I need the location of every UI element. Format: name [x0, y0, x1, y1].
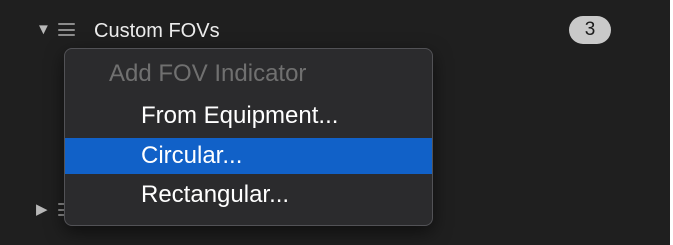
menu-header: Add FOV Indicator — [109, 60, 307, 87]
disclosure-collapsed-icon[interactable]: ▶ — [36, 202, 48, 217]
drag-handle-icon[interactable] — [58, 23, 75, 36]
add-fov-menu: Add FOV Indicator From Equipment... Circ… — [64, 48, 433, 226]
menu-item-from-equipment[interactable]: From Equipment... — [65, 98, 432, 134]
menu-item-label: From Equipment... — [141, 102, 339, 129]
disclosure-expanded-icon[interactable]: ▼ — [36, 22, 51, 37]
menu-item-label: Rectangular... — [141, 181, 290, 208]
count-badge: 3 — [569, 16, 611, 44]
sidebar-panel: ▼ Custom FOVs 3 ▶ Add FOV Indicator From… — [0, 0, 673, 245]
menu-item-label: Circular... — [141, 142, 243, 169]
menu-item-circular[interactable]: Circular... — [65, 138, 432, 174]
menu-item-rectangular[interactable]: Rectangular... — [65, 177, 432, 213]
custom-fovs-title: Custom FOVs — [94, 20, 220, 42]
custom-fovs-row[interactable]: ▼ Custom FOVs 3 — [0, 14, 670, 48]
